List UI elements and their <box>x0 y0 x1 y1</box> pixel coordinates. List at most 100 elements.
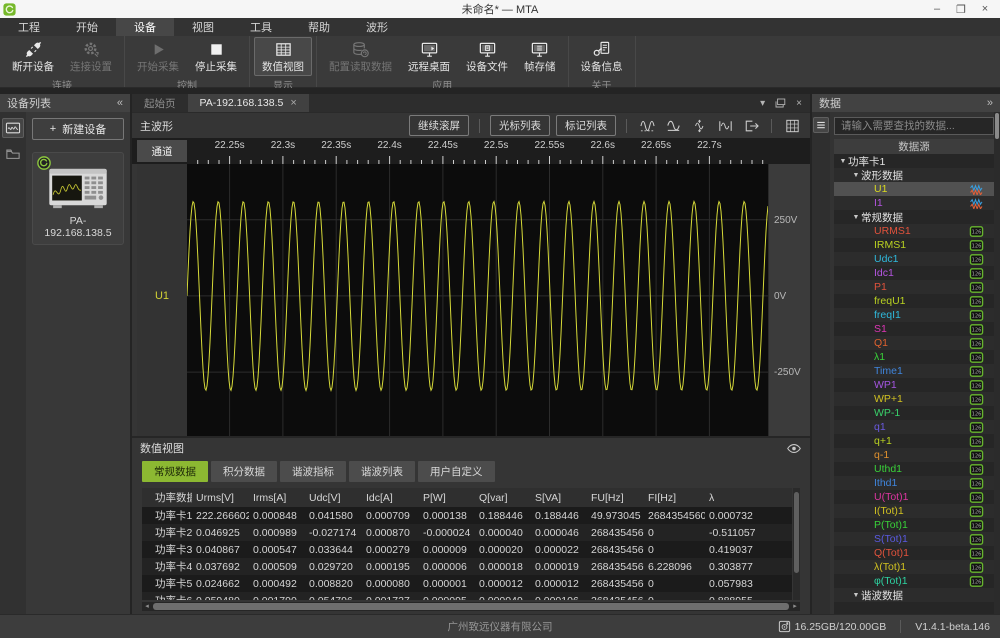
document-tab-起始页[interactable]: 起始页 <box>132 94 188 112</box>
svg-text:126: 126 <box>972 509 982 515</box>
tree-item-P1[interactable]: P1126 <box>834 280 994 294</box>
ribbon-button-帧存储[interactable]: 帧存储 <box>516 37 564 76</box>
numeric-tab-用户自定义[interactable]: 用户自定义 <box>418 461 495 482</box>
tree-item-U(Tot)1[interactable]: U(Tot)1126 <box>834 490 994 504</box>
table-row-功率卡1[interactable]: 功率卡1222.2666020.0008480.0415800.0007090.… <box>142 507 792 524</box>
tree-item-I1[interactable]: I1 <box>834 196 994 210</box>
tree-item-q1[interactable]: q1126 <box>834 420 994 434</box>
tree-item-Idc1[interactable]: Idc1126 <box>834 266 994 280</box>
collapse-panel-icon[interactable]: « <box>117 97 123 109</box>
ribbon-button-停止采集[interactable]: 停止采集 <box>187 37 245 76</box>
menu-item-波形[interactable]: 波形 <box>348 18 406 36</box>
wave-button-标记列表[interactable]: 标记列表 <box>556 115 616 136</box>
tree-item-Q(Tot)1[interactable]: Q(Tot)1126 <box>834 546 994 560</box>
device-view-icon[interactable] <box>2 118 24 138</box>
tab-dropdown-icon[interactable]: ▾ <box>760 98 765 109</box>
table-vertical-scrollbar[interactable] <box>793 488 800 600</box>
wave-button-继续滚屏[interactable]: 继续滚屏 <box>409 115 469 136</box>
numeric-tab-谐波指标[interactable]: 谐波指标 <box>280 461 346 482</box>
table-row-功率卡4[interactable]: 功率卡40.0376920.0005090.0297200.0001950.00… <box>142 558 792 575</box>
close-button[interactable]: × <box>974 1 996 17</box>
tree-item-WP1[interactable]: WP1126 <box>834 378 994 392</box>
tree-item-Time1[interactable]: Time1126 <box>834 364 994 378</box>
menu-item-帮助[interactable]: 帮助 <box>290 18 348 36</box>
expand-panel-icon[interactable]: » <box>987 97 993 109</box>
visibility-eye-icon[interactable] <box>786 443 802 454</box>
auto-scale-icon[interactable] <box>689 117 709 135</box>
tree-item-Q1[interactable]: Q1126 <box>834 336 994 350</box>
tree-item-λ1[interactable]: λ1126 <box>834 350 994 364</box>
numeric-tab-谐波列表[interactable]: 谐波列表 <box>349 461 415 482</box>
tree-item-freqU1[interactable]: freqU1126 <box>834 294 994 308</box>
tree-item-波形数据[interactable]: ▼波形数据 <box>834 168 994 182</box>
table-row-功率卡5[interactable]: 功率卡50.0246620.0004920.0088200.0000800.00… <box>142 575 792 592</box>
tree-item-λ(Tot)1[interactable]: λ(Tot)1126 <box>834 560 994 574</box>
tree-item-WP-1[interactable]: WP-1126 <box>834 406 994 420</box>
numeric-tab-常规数据[interactable]: 常规数据 <box>142 461 208 482</box>
ribbon-button-远程桌面[interactable]: 远程桌面 <box>400 37 458 76</box>
ribbon-button-设备文件[interactable]: 设备文件 <box>458 37 516 76</box>
ribbon-button-设备信息[interactable]: 设备信息 <box>573 37 631 76</box>
tree-item-Uthd1[interactable]: Uthd1126 <box>834 462 994 476</box>
expand-arrow-icon[interactable]: ▼ <box>851 592 861 599</box>
device-card[interactable]: PA-192.168.138.5 <box>32 152 124 245</box>
tree-item-谐波数据[interactable]: ▼谐波数据 <box>834 588 994 602</box>
scroll-right-arrow-icon[interactable]: ▸ <box>790 602 800 611</box>
table-hscroll-thumb[interactable] <box>153 603 789 610</box>
numeric-tab-积分数据[interactable]: 积分数据 <box>211 461 277 482</box>
tree-item-URMS1[interactable]: URMS1126 <box>834 224 994 238</box>
tab-bar-close-icon[interactable]: × <box>796 98 802 109</box>
tree-scrollbar[interactable] <box>994 112 1000 614</box>
tree-item-S(Tot)1[interactable]: S(Tot)1126 <box>834 532 994 546</box>
scroll-left-arrow-icon[interactable]: ◂ <box>142 602 152 611</box>
waveform-plot[interactable] <box>187 164 768 436</box>
table-row-功率卡2[interactable]: 功率卡20.0469250.000989-0.0271740.000870-0.… <box>142 524 792 541</box>
new-device-button[interactable]: + 新建设备 <box>32 118 124 140</box>
data-source-list-icon[interactable] <box>813 117 829 133</box>
menu-item-设备[interactable]: 设备 <box>116 18 174 36</box>
tree-scroll-thumb[interactable] <box>995 113 999 139</box>
ribbon-button-断开设备[interactable]: 断开设备 <box>4 37 62 76</box>
tree-item-常规数据[interactable]: ▼常规数据 <box>834 210 994 224</box>
tree-item-WP+1[interactable]: WP+1126 <box>834 392 994 406</box>
menu-item-开始[interactable]: 开始 <box>58 18 116 36</box>
menu-item-工程[interactable]: 工程 <box>0 18 58 36</box>
fit-horizontal-icon[interactable] <box>637 117 657 135</box>
expand-arrow-icon[interactable]: ▼ <box>838 158 848 165</box>
tree-item-功率卡1[interactable]: ▼功率卡1 <box>834 154 994 168</box>
fit-vertical-icon[interactable] <box>663 117 683 135</box>
expand-arrow-icon[interactable]: ▼ <box>851 214 861 221</box>
menu-item-视图[interactable]: 视图 <box>174 18 232 36</box>
expand-arrow-icon[interactable]: ▼ <box>851 172 861 179</box>
tree-item-U1[interactable]: U1 <box>834 182 994 196</box>
data-search-input[interactable] <box>834 117 994 135</box>
thumbnail-grid-icon[interactable] <box>782 117 802 135</box>
tree-item-freqI1[interactable]: freqI1126 <box>834 308 994 322</box>
tab-close-icon[interactable]: × <box>290 97 296 109</box>
tree-item-IRMS1[interactable]: IRMS1126 <box>834 238 994 252</box>
table-vscroll-thumb[interactable] <box>794 492 799 573</box>
maximize-button[interactable]: ❐ <box>950 1 972 17</box>
table-horizontal-scrollbar[interactable]: ◂ ▸ <box>142 602 800 611</box>
tree-item-q+1[interactable]: q+1126 <box>834 434 994 448</box>
table-row-功率卡3[interactable]: 功率卡30.0408670.0005470.0336440.0002790.00… <box>142 541 792 558</box>
svg-text:126: 126 <box>972 537 982 543</box>
tree-item-φ(Tot)1[interactable]: φ(Tot)1126 <box>834 574 994 588</box>
float-window-icon[interactable] <box>774 97 787 109</box>
device-folder-icon[interactable] <box>2 144 24 164</box>
document-tab-PA-192.168.138.5[interactable]: PA-192.168.138.5× <box>188 94 309 112</box>
wave-button-光标列表[interactable]: 光标列表 <box>490 115 550 136</box>
tree-item-S1[interactable]: S1126 <box>834 322 994 336</box>
tree-item-Ithd1[interactable]: Ithd1126 <box>834 476 994 490</box>
table-row-功率卡6[interactable]: 功率卡60.0594800.0017900.0547960.0017270.00… <box>142 592 792 600</box>
export-icon[interactable] <box>741 117 761 135</box>
tree-item-I(Tot)1[interactable]: I(Tot)1126 <box>834 504 994 518</box>
tree-item-Udc1[interactable]: Udc1126 <box>834 252 994 266</box>
tree-item-q-1[interactable]: q-1126 <box>834 448 994 462</box>
time-tick-label: 22.7s <box>697 140 721 151</box>
tree-item-P(Tot)1[interactable]: P(Tot)1126 <box>834 518 994 532</box>
menu-item-工具[interactable]: 工具 <box>232 18 290 36</box>
minimize-button[interactable]: – <box>926 1 948 17</box>
ribbon-button-数值视图[interactable]: 数值视图 <box>254 37 312 76</box>
cursor-measure-icon[interactable] <box>715 117 735 135</box>
